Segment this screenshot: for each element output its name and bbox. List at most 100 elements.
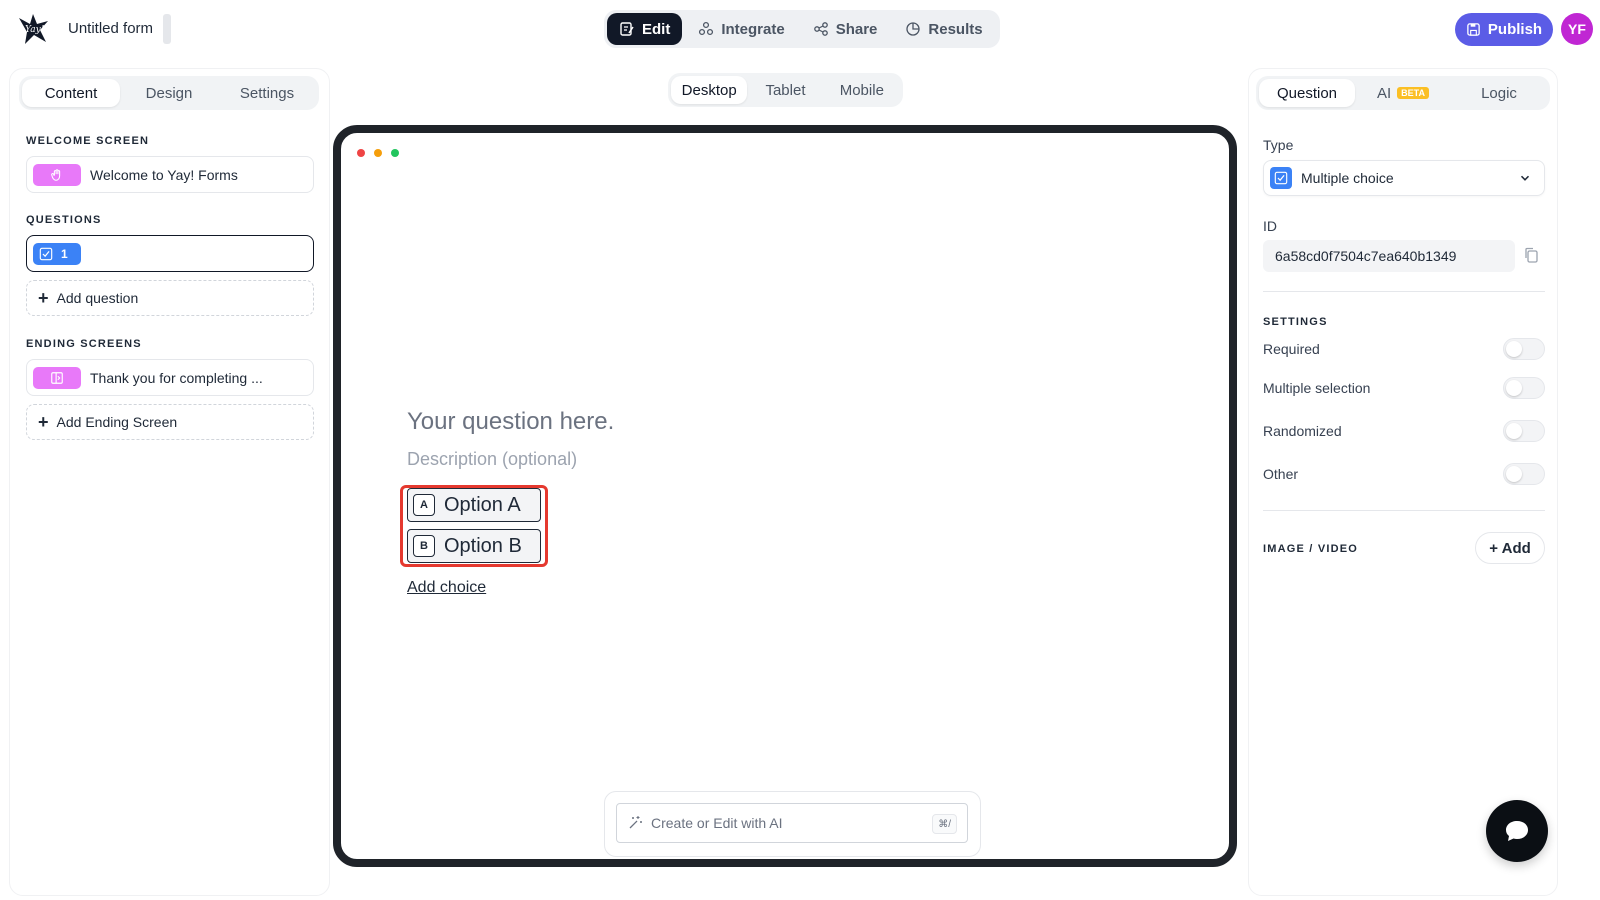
choice-option-a[interactable]: A Option A [407,488,541,522]
window-dots [357,149,399,157]
red-dot [357,149,365,157]
add-ending-label: Add Ending Screen [56,414,178,430]
welcome-section-label: WELCOME SCREEN [26,135,150,147]
publish-label: Publish [1487,21,1543,38]
setting-randomized: Randomized [1263,419,1545,443]
yellow-dot [374,149,382,157]
add-media-button[interactable]: + Add [1475,532,1545,564]
green-dot [391,149,399,157]
ai-prompt-box: Create or Edit with AI ⌘/ [604,791,981,857]
other-toggle[interactable] [1503,463,1545,485]
question-type-select[interactable]: Multiple choice [1263,160,1545,196]
properties-tabs: Question AI BETA Logic [1256,76,1550,110]
preview-area: Desktop Tablet Mobile Your question here… [331,68,1240,896]
ending-section-label: ENDING SCREENS [26,338,142,350]
svg-text:Yay!: Yay! [25,25,45,35]
question-item[interactable]: 1 [26,235,314,272]
welcome-item-label: Welcome to Yay! Forms [90,166,238,183]
hand-wave-icon [51,168,61,181]
top-bar: Yay! Untitled form Edit Integrate Share … [0,0,1600,58]
multiple-selection-toggle[interactable] [1503,377,1545,399]
results-icon [906,22,921,36]
tab-settings[interactable]: Settings [218,79,316,107]
tab-logic[interactable]: Logic [1451,79,1547,107]
tab-integrate[interactable]: Integrate [686,13,796,45]
divider [1263,291,1545,292]
ai-prompt-placeholder: Create or Edit with AI [651,815,783,831]
choice-key: A [413,494,435,516]
tab-edit[interactable]: Edit [607,13,683,45]
question-title-input[interactable]: Your question here. [407,408,614,436]
tab-share[interactable]: Share [801,13,890,45]
randomized-toggle[interactable] [1503,420,1545,442]
tab-integrate-label: Integrate [721,20,785,38]
ending-item-label: Thank you for completing ... [90,369,263,386]
setting-label: Randomized [1263,423,1342,439]
copy-icon[interactable] [1523,247,1539,263]
form-title[interactable]: Untitled form [68,20,153,37]
tab-edit-label: Edit [642,20,671,38]
user-avatar[interactable]: YF [1561,13,1593,45]
chat-icon [1506,821,1528,841]
choice-label: Option A [444,493,521,516]
setting-required: Required [1263,337,1545,361]
ai-prompt-input[interactable]: Create or Edit with AI ⌘/ [616,803,968,843]
setting-label: Required [1263,341,1320,357]
tab-desktop[interactable]: Desktop [671,76,748,104]
keyboard-shortcut: ⌘/ [932,814,957,834]
tab-mobile[interactable]: Mobile [824,76,900,104]
settings-section-label: SETTINGS [1263,316,1328,328]
title-edit-caret [163,14,171,44]
device-frame: Your question here. Description (optiona… [333,125,1237,867]
plus-icon: + [38,288,49,308]
exit-icon [51,371,63,384]
question-description-input[interactable]: Description (optional) [407,449,577,470]
setting-multiple-selection: Multiple selection [1263,376,1545,400]
tab-results-label: Results [928,20,983,38]
question-chip: 1 [33,242,81,265]
welcome-screen-item[interactable]: Welcome to Yay! Forms [26,156,314,193]
add-question-button[interactable]: + Add question [26,280,314,316]
main-nav: Edit Integrate Share Results [604,10,1000,48]
ending-screen-item[interactable]: Thank you for completing ... [26,359,314,396]
yay-logo[interactable]: Yay! [16,12,50,46]
setting-other: Other [1263,462,1545,486]
welcome-chip [33,163,81,186]
tab-share-label: Share [835,20,878,38]
tab-results[interactable]: Results [893,13,994,45]
tab-content[interactable]: Content [22,79,120,107]
question-number: 1 [61,246,68,261]
choice-key: B [413,535,435,557]
integrate-icon [699,21,714,36]
question-id-field[interactable]: 6a58cd0f7504c7ea640b1349 [1263,240,1515,272]
edit-icon [620,22,634,36]
type-value: Multiple choice [1301,170,1394,186]
type-label: Type [1263,137,1294,153]
checkbox-icon [1270,167,1292,189]
add-question-label: Add question [56,290,139,306]
add-choice-link[interactable]: Add choice [407,579,486,597]
publish-button[interactable]: Publish [1455,13,1553,46]
device-tabs: Desktop Tablet Mobile [668,73,903,107]
tab-question[interactable]: Question [1259,79,1355,107]
add-ending-screen-button[interactable]: + Add Ending Screen [26,404,314,440]
tab-ai-label: AI [1376,84,1392,102]
save-icon [1467,23,1480,36]
id-label: ID [1263,218,1277,234]
divider [1263,510,1545,511]
share-icon [813,22,828,36]
required-toggle[interactable] [1503,338,1545,360]
tab-ai[interactable]: AI BETA [1355,79,1451,107]
beta-badge: BETA [1397,87,1430,99]
choice-option-b[interactable]: B Option B [407,529,541,563]
magic-wand-icon [629,816,642,829]
chevron-down-icon [1520,175,1530,181]
content-sidebar: Content Design Settings WELCOME SCREEN W… [9,68,330,896]
tab-design[interactable]: Design [120,79,218,107]
plus-icon: + [38,412,49,432]
choice-label: Option B [444,534,522,557]
tab-tablet[interactable]: Tablet [747,76,823,104]
ending-chip [33,366,81,389]
setting-label: Other [1263,466,1299,482]
chat-support-button[interactable] [1486,800,1548,862]
